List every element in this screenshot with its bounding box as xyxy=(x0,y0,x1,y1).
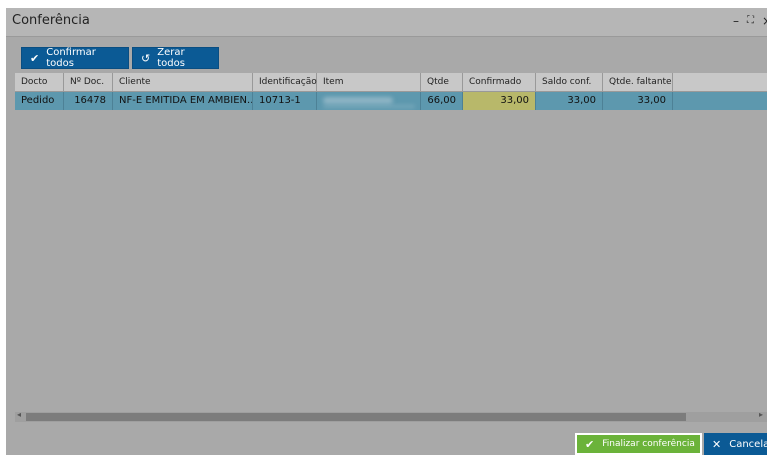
cell-docto: Pedido xyxy=(15,92,64,110)
column-header-identificacao[interactable]: Identificação xyxy=(253,73,317,91)
cell-num-doc: 16478 xyxy=(64,92,113,110)
redacted-text xyxy=(323,105,415,108)
scroll-left-icon[interactable]: ◂ xyxy=(17,410,21,419)
column-header-qtde-faltante[interactable]: Qtde. faltante xyxy=(603,73,673,91)
dialog-title: Conferência xyxy=(12,13,90,28)
reset-all-label: Zerar todos xyxy=(157,47,185,69)
cell-cliente: NF-E EMITIDA EM AMBIEN... xyxy=(113,92,253,110)
close-icon: ✕ xyxy=(712,437,722,451)
scroll-right-icon[interactable]: ▸ xyxy=(759,410,763,419)
background-strip xyxy=(0,455,767,459)
column-header-item[interactable]: Item xyxy=(317,73,421,91)
cell-identificacao: 10713-1 xyxy=(253,92,317,110)
dialog-footer: ✔ Finalizar conferência ✕ Cancelar xyxy=(6,433,767,455)
cell-qtde: 66,00 xyxy=(421,92,463,110)
close-icon[interactable]: × xyxy=(762,14,767,28)
cancel-label: Cancelar xyxy=(729,438,767,450)
table-row[interactable]: Pedido 16478 NF-E EMITIDA EM AMBIEN... 1… xyxy=(15,92,767,110)
cell-item xyxy=(317,92,421,110)
reset-all-button[interactable]: ↺ Zerar todos xyxy=(132,47,219,69)
toolbar: ✔ Confirmar todos ↺ Zerar todos xyxy=(6,37,767,73)
column-header-saldo-conf[interactable]: Saldo conf. xyxy=(536,73,603,91)
column-header-qtde[interactable]: Qtde xyxy=(421,73,463,91)
finalize-label: Finalizar conferência xyxy=(602,439,695,449)
cell-confirmado-input[interactable]: 33,00 xyxy=(463,92,536,110)
column-header-cliente[interactable]: Cliente xyxy=(113,73,253,91)
cell-saldo-conf: 33,00 xyxy=(536,92,603,110)
redacted-text xyxy=(323,97,393,104)
confirm-all-button[interactable]: ✔ Confirmar todos xyxy=(21,47,129,69)
horizontal-scrollbar[interactable]: ◂ ▸ xyxy=(15,410,767,422)
column-header-docto[interactable]: Docto xyxy=(15,73,64,91)
dialog-titlebar: Conferência – ⛶ × xyxy=(6,8,767,37)
conferencia-dialog: Conferência – ⛶ × ✔ Confirmar todos ↺ Ze… xyxy=(0,0,767,459)
cell-qtde-faltante: 33,00 xyxy=(603,92,673,110)
table-header: Docto Nº Doc. Cliente Identificação Item… xyxy=(15,73,767,92)
finalize-conference-button[interactable]: ✔ Finalizar conferência xyxy=(575,433,702,455)
maximize-icon[interactable]: ⛶ xyxy=(747,15,754,26)
check-icon: ✔ xyxy=(585,437,595,451)
cancel-button[interactable]: ✕ Cancelar xyxy=(704,433,767,455)
conference-table: Docto Nº Doc. Cliente Identificação Item… xyxy=(15,73,767,413)
undo-icon: ↺ xyxy=(141,51,151,65)
minimize-icon[interactable]: – xyxy=(733,14,739,28)
scrollbar-thumb[interactable] xyxy=(26,413,686,421)
check-icon: ✔ xyxy=(30,51,40,65)
column-header-num-doc[interactable]: Nº Doc. xyxy=(64,73,113,91)
column-header-confirmado[interactable]: Confirmado xyxy=(463,73,536,91)
confirm-all-label: Confirmar todos xyxy=(46,47,96,69)
background-strip xyxy=(0,0,767,8)
